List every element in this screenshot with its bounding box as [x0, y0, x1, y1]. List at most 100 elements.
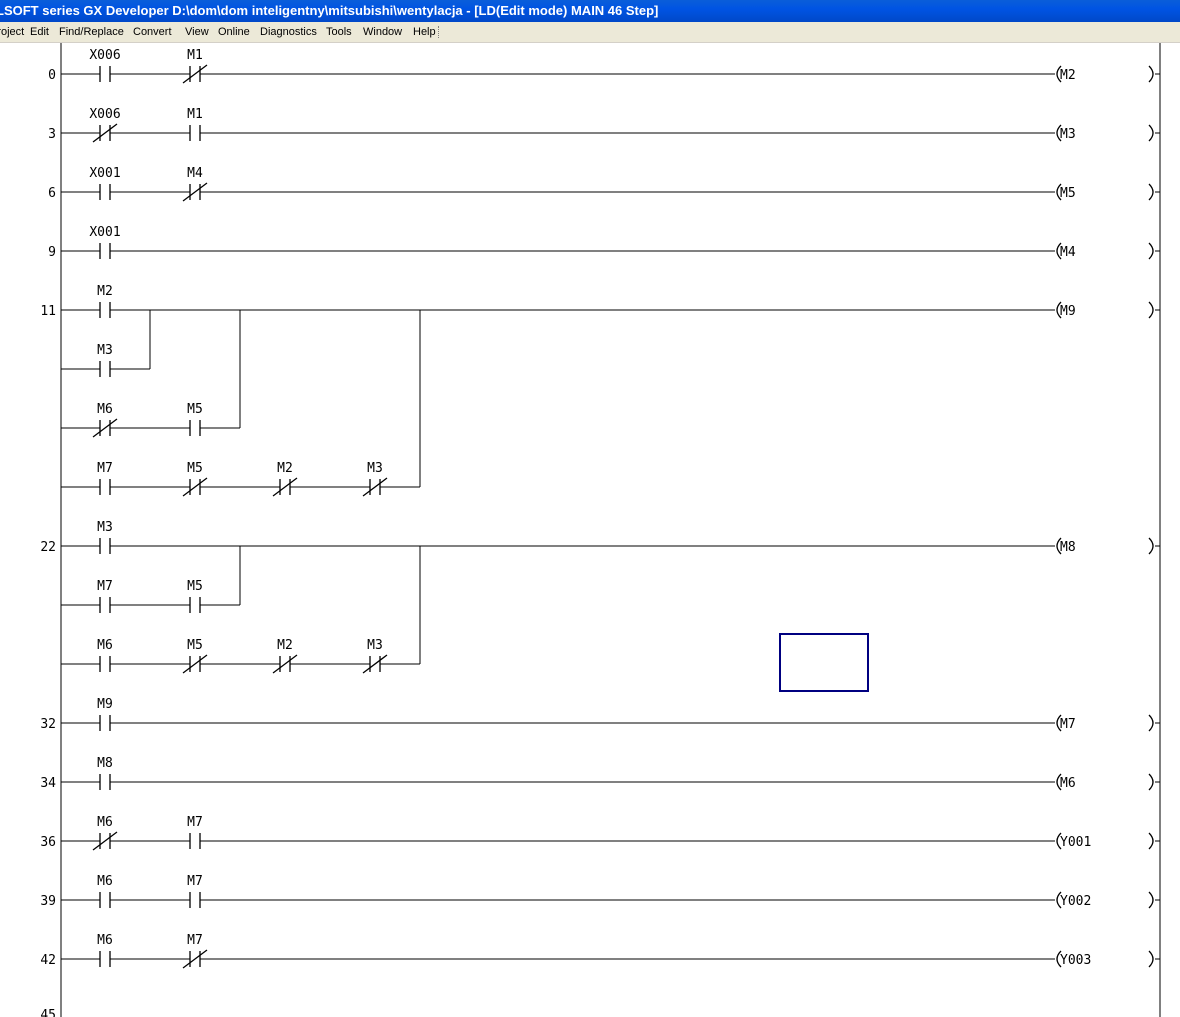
- edit-cursor[interactable]: [779, 633, 869, 692]
- device-label: M5: [187, 638, 203, 653]
- device-label: M7: [187, 874, 203, 889]
- coil-label[interactable]: M7: [1060, 717, 1076, 732]
- coil-label[interactable]: M2: [1060, 68, 1076, 83]
- contact-no[interactable]: M3: [97, 343, 113, 377]
- step-number: 3: [48, 127, 56, 142]
- menu-edit[interactable]: Edit: [30, 22, 49, 42]
- device-label: X001: [89, 225, 120, 240]
- contact-nc[interactable]: M2: [272, 461, 298, 497]
- device-label: M3: [97, 520, 113, 535]
- coil-label[interactable]: Y003: [1060, 953, 1091, 968]
- contact-nc[interactable]: M4: [182, 166, 208, 202]
- contact-nc[interactable]: M6: [92, 815, 118, 851]
- contact-no[interactable]: M7: [187, 815, 203, 849]
- coil-right-bracket: [1148, 242, 1154, 260]
- step-number: 36: [40, 835, 56, 850]
- contact-nc[interactable]: M1: [182, 48, 208, 84]
- contact-nc[interactable]: M3: [362, 638, 388, 674]
- coil-label[interactable]: M3: [1060, 127, 1076, 142]
- contact-no[interactable]: X001: [89, 225, 121, 259]
- contact-nc[interactable]: M6: [92, 402, 118, 438]
- device-label: M3: [367, 638, 383, 653]
- device-label: M8: [97, 756, 113, 771]
- device-label: M6: [97, 815, 113, 830]
- step-number: 11: [40, 304, 56, 319]
- device-label: M7: [97, 579, 113, 594]
- ladder-diagram[interactable]: 0 X006 M1 M2 3 X006 M1 M3 6 X001 M4 M5 9 X001 M4 11 M2 M3…: [0, 43, 1180, 1017]
- menu-convert[interactable]: Convert: [133, 22, 172, 42]
- step-number: 34: [40, 776, 56, 791]
- menu-online[interactable]: Online: [218, 22, 250, 42]
- coil-label[interactable]: M9: [1060, 304, 1076, 319]
- contact-no[interactable]: X001: [89, 166, 121, 200]
- device-label: M6: [97, 402, 113, 417]
- coil-label[interactable]: M6: [1060, 776, 1076, 791]
- step-number: 45: [40, 1008, 56, 1017]
- contact-no[interactable]: M8: [97, 756, 113, 790]
- coil-right-bracket: [1148, 950, 1154, 968]
- device-label: X006: [89, 48, 120, 63]
- coil-label[interactable]: M4: [1060, 245, 1076, 260]
- contact-no[interactable]: M6: [97, 874, 113, 908]
- device-label: X006: [89, 107, 120, 122]
- contact-no[interactable]: M5: [187, 402, 203, 436]
- step-number: 42: [40, 953, 56, 968]
- device-label: M6: [97, 874, 113, 889]
- contact-no[interactable]: M7: [97, 461, 113, 495]
- contact-no[interactable]: M1: [187, 107, 203, 141]
- device-label: M2: [277, 638, 293, 653]
- menu-help[interactable]: Help: [413, 22, 436, 42]
- menu-view[interactable]: View: [185, 22, 209, 42]
- coil-right-bracket: [1148, 301, 1154, 319]
- menu-bar: Project Edit Find/Replace Convert View O…: [0, 22, 1180, 43]
- step-number: 22: [40, 540, 56, 555]
- step-number: 32: [40, 717, 56, 732]
- device-label: M3: [97, 343, 113, 358]
- contact-nc[interactable]: M2: [272, 638, 298, 674]
- menu-diagnostics[interactable]: Diagnostics: [260, 22, 317, 42]
- device-label: M6: [97, 933, 113, 948]
- contact-nc[interactable]: M5: [182, 638, 208, 674]
- contact-nc[interactable]: X006: [89, 107, 121, 143]
- coil-right-bracket: [1148, 183, 1154, 201]
- device-label: M7: [97, 461, 113, 476]
- device-label: M3: [367, 461, 383, 476]
- menu-tools[interactable]: Tools: [326, 22, 352, 42]
- contact-no[interactable]: M6: [97, 933, 113, 967]
- coil-right-bracket: [1148, 832, 1154, 850]
- contact-no[interactable]: M5: [187, 579, 203, 613]
- window-title-bar[interactable]: LSOFT series GX Developer D:\dom\dom int…: [0, 0, 1180, 22]
- contact-no[interactable]: M7: [97, 579, 113, 613]
- device-label: M5: [187, 402, 203, 417]
- menu-find-replace[interactable]: Find/Replace: [59, 22, 124, 42]
- device-label: M7: [187, 815, 203, 830]
- coil-label[interactable]: Y002: [1060, 894, 1091, 909]
- device-label: M7: [187, 933, 203, 948]
- menu-bar-grip: [438, 26, 440, 38]
- coil-label[interactable]: M5: [1060, 186, 1076, 201]
- step-number: 9: [48, 245, 56, 260]
- device-label: M1: [187, 48, 203, 63]
- contact-nc[interactable]: M3: [362, 461, 388, 497]
- device-label: M5: [187, 461, 203, 476]
- contact-no[interactable]: X006: [89, 48, 121, 82]
- contact-nc[interactable]: M5: [182, 461, 208, 497]
- contact-no[interactable]: M9: [97, 697, 113, 731]
- contact-no[interactable]: M7: [187, 874, 203, 908]
- contact-no[interactable]: M6: [97, 638, 113, 672]
- window-title: LSOFT series GX Developer D:\dom\dom int…: [0, 3, 659, 18]
- step-number: 39: [40, 894, 56, 909]
- contact-nc[interactable]: M7: [182, 933, 208, 969]
- menu-project[interactable]: Project: [0, 22, 24, 42]
- device-label: M1: [187, 107, 203, 122]
- contact-no[interactable]: M2: [97, 284, 113, 318]
- device-label: M5: [187, 579, 203, 594]
- coil-label[interactable]: M8: [1060, 540, 1076, 555]
- coil-right-bracket: [1148, 714, 1154, 732]
- device-label: M6: [97, 638, 113, 653]
- coil-right-bracket: [1148, 773, 1154, 791]
- ladder-editor[interactable]: 0 X006 M1 M2 3 X006 M1 M3 6 X001 M4 M5 9 X001 M4 11 M2 M3…: [0, 43, 1180, 1017]
- contact-no[interactable]: M3: [97, 520, 113, 554]
- menu-window[interactable]: Window: [363, 22, 402, 42]
- coil-label[interactable]: Y001: [1060, 835, 1091, 850]
